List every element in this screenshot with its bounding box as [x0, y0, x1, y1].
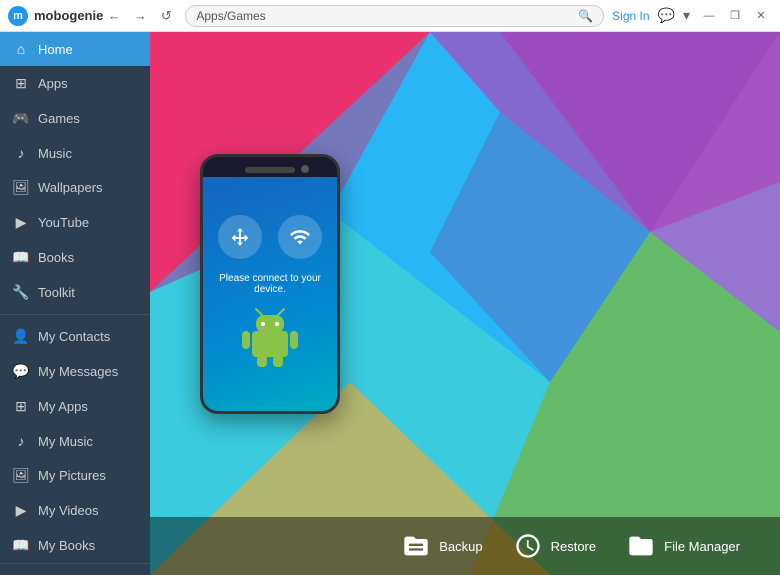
restore-button[interactable]: ❐: [724, 5, 746, 27]
sidebar-label-youtube: YouTube: [38, 215, 89, 230]
phone-container: Please connect to your device.: [180, 52, 360, 515]
phone-icons-row: [218, 215, 322, 259]
sidebar-label-apps: Apps: [38, 76, 68, 91]
games-icon: 🎮: [12, 110, 30, 127]
sidebar-item-wallpapers[interactable]: 🖼 Wallpapers: [0, 170, 150, 205]
usb-icon: [218, 215, 262, 259]
main-content: ⌂ Home ⊞ Apps 🎮 Games ♪ Music 🖼 Wallpape…: [0, 32, 780, 575]
apps-icon: ⊞: [12, 75, 30, 92]
sidebar-item-my-videos[interactable]: ▶ My Videos: [0, 493, 150, 528]
refresh-button[interactable]: ↺: [155, 5, 177, 27]
content-bottom-bar: Backup Restore File Manager: [150, 517, 780, 575]
music-icon: ♪: [12, 145, 30, 161]
address-bar[interactable]: Apps/Games 🔍: [185, 5, 604, 27]
file-manager-action[interactable]: File Manager: [626, 531, 740, 561]
sidebar-label-my-music: My Music: [38, 434, 93, 449]
nav-buttons: ← → ↺: [103, 5, 177, 27]
sign-in-button[interactable]: Sign In: [612, 9, 649, 23]
youtube-icon: ▶: [12, 214, 30, 231]
sidebar-item-books[interactable]: 📖 Books: [0, 240, 150, 275]
sidebar-status: ⬇ No task in process: [0, 563, 150, 575]
connect-text: Please connect to your device.: [213, 273, 327, 295]
backup-icon: [401, 531, 431, 561]
sidebar-item-apps[interactable]: ⊞ Apps: [0, 66, 150, 101]
sidebar-label-my-books: My Books: [38, 538, 95, 553]
logo-icon: m: [8, 6, 28, 26]
wallpapers-icon: 🖼: [12, 179, 30, 196]
sidebar-item-my-apps[interactable]: ⊞ My Apps: [0, 389, 150, 424]
content-area: Please connect to your device.: [150, 32, 780, 575]
backup-label: Backup: [439, 539, 482, 554]
title-bar: m mobogenie ← → ↺ Apps/Games 🔍 Sign In 💬…: [0, 0, 780, 32]
sidebar-item-youtube[interactable]: ▶ YouTube: [0, 205, 150, 240]
my-apps-icon: ⊞: [12, 398, 30, 415]
sidebar-label-my-messages: My Messages: [38, 364, 118, 379]
window-controls: — ❐ ✕: [698, 5, 772, 27]
address-text: Apps/Games: [196, 9, 578, 23]
wifi-connect-icon: [278, 215, 322, 259]
restore-label: Restore: [551, 539, 597, 554]
sidebar-label-my-videos: My Videos: [38, 503, 98, 518]
sidebar-divider: [0, 314, 150, 315]
android-robot: [240, 307, 300, 372]
my-videos-icon: ▶: [12, 502, 30, 519]
restore-icon: [513, 531, 543, 561]
sidebar-label-my-contacts: My Contacts: [38, 329, 110, 344]
sidebar-item-my-pictures[interactable]: 🖼 My Pictures: [0, 458, 150, 493]
logo-text: mobogenie: [34, 8, 103, 23]
sidebar-item-my-books[interactable]: 📖 My Books: [0, 528, 150, 563]
sidebar-item-home[interactable]: ⌂ Home: [0, 32, 150, 66]
my-messages-icon: 💬: [12, 363, 30, 380]
toolbar-area: 💬 ▾: [658, 7, 690, 24]
restore-action[interactable]: Restore: [513, 531, 597, 561]
sidebar-label-home: Home: [38, 42, 73, 57]
my-pictures-icon: 🖼: [12, 467, 30, 484]
sidebar-item-my-music[interactable]: ♪ My Music: [0, 424, 150, 458]
sidebar-item-toolkit[interactable]: 🔧 Toolkit: [0, 275, 150, 310]
sidebar-label-music: Music: [38, 146, 72, 161]
phone-speaker: [245, 167, 295, 173]
phone-screen: Please connect to your device.: [203, 177, 337, 411]
backup-action[interactable]: Backup: [401, 531, 482, 561]
phone-camera: [301, 165, 309, 173]
my-music-icon: ♪: [12, 433, 30, 449]
sidebar-item-my-contacts[interactable]: 👤 My Contacts: [0, 319, 150, 354]
sidebar: ⌂ Home ⊞ Apps 🎮 Games ♪ Music 🖼 Wallpape…: [0, 32, 150, 575]
phone-device: Please connect to your device.: [200, 154, 340, 414]
search-icon: 🔍: [578, 9, 593, 23]
sidebar-label-my-apps: My Apps: [38, 399, 88, 414]
sidebar-item-my-messages[interactable]: 💬 My Messages: [0, 354, 150, 389]
file-manager-icon: [626, 531, 656, 561]
home-icon: ⌂: [12, 41, 30, 57]
sidebar-label-games: Games: [38, 111, 80, 126]
sidebar-label-wallpapers: Wallpapers: [38, 180, 103, 195]
file-manager-label: File Manager: [664, 539, 740, 554]
sidebar-item-music[interactable]: ♪ Music: [0, 136, 150, 170]
toolkit-icon: 🔧: [12, 284, 30, 301]
books-icon: 📖: [12, 249, 30, 266]
sidebar-item-games[interactable]: 🎮 Games: [0, 101, 150, 136]
close-button[interactable]: ✕: [750, 5, 772, 27]
sidebar-label-books: Books: [38, 250, 74, 265]
my-books-icon: 📖: [12, 537, 30, 554]
sidebar-main-section: ⌂ Home ⊞ Apps 🎮 Games ♪ Music 🖼 Wallpape…: [0, 32, 150, 563]
minimize-button[interactable]: —: [698, 5, 720, 27]
forward-button[interactable]: →: [129, 5, 151, 27]
back-button[interactable]: ←: [103, 5, 125, 27]
sidebar-label-toolkit: Toolkit: [38, 285, 75, 300]
title-bar-left: m mobogenie: [8, 6, 103, 26]
messages-icon[interactable]: 💬: [658, 7, 675, 24]
wifi-icon[interactable]: ▾: [683, 7, 690, 24]
sidebar-label-my-pictures: My Pictures: [38, 468, 106, 483]
contacts-icon: 👤: [12, 328, 30, 345]
